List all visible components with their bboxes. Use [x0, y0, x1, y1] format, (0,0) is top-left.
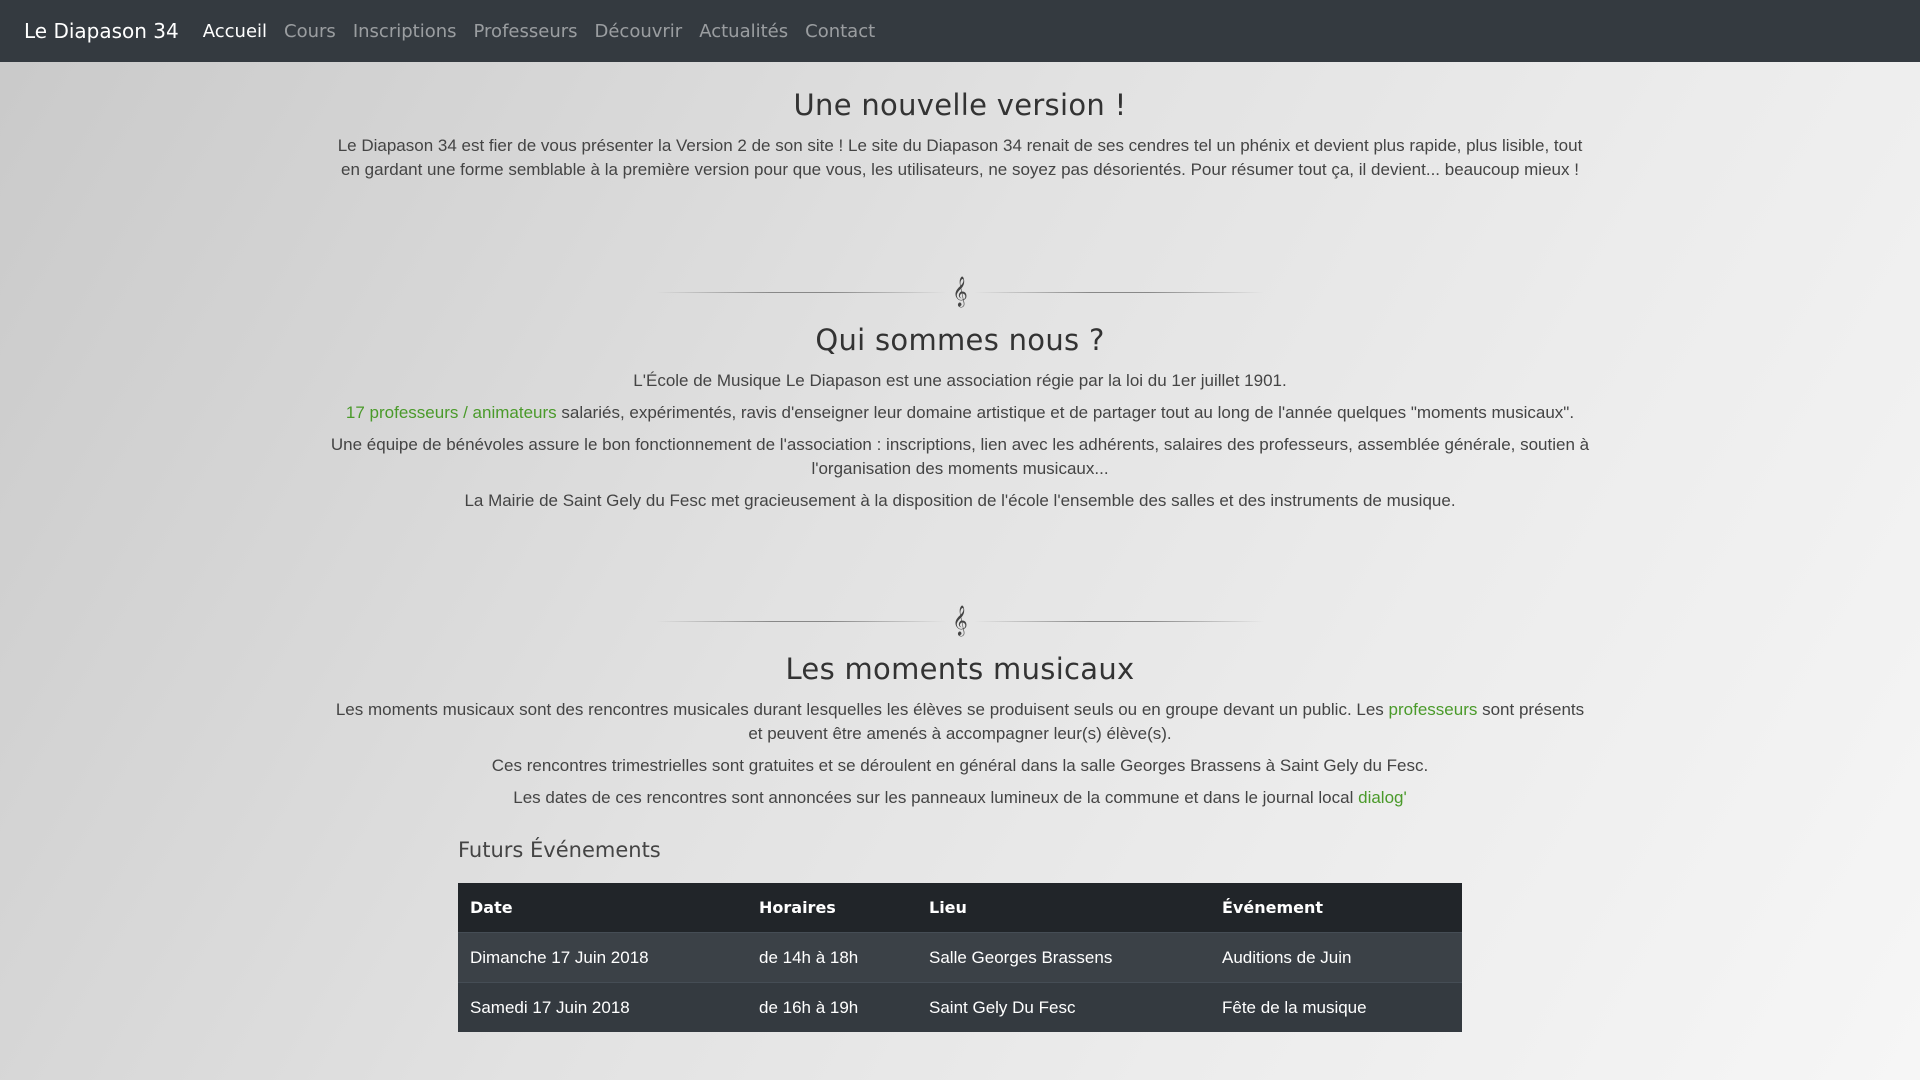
nav-item-inscriptions[interactable]: Inscriptions: [353, 21, 457, 42]
section-title-new-version: Une nouvelle version !: [793, 88, 1127, 122]
event-hours: de 14h à 18h: [747, 932, 917, 983]
about-text-2-rest: salariés, expérimentés, ravis d'enseigne…: [556, 403, 1575, 422]
moments-text-2: Ces rencontres trimestrielles sont gratu…: [491, 756, 1429, 775]
nav-item-contact[interactable]: Contact: [805, 21, 875, 42]
professeurs-link[interactable]: professeurs: [1389, 700, 1478, 719]
divider-line-left: [656, 620, 946, 622]
col-header-lieu: Lieu: [917, 883, 1210, 933]
brand-link[interactable]: Le Diapason 34: [24, 19, 179, 43]
event-name: Auditions de Juin: [1210, 932, 1462, 983]
table-row: Dimanche 17 Juin 2018 de 14h à 18h Salle…: [458, 932, 1462, 983]
event-place: Saint Gely Du Fesc: [917, 982, 1210, 1032]
new-version-text: Le Diapason 34 est fier de vous présente…: [337, 136, 1583, 179]
section-title-about: Qui sommes nous ?: [815, 323, 1105, 357]
events-title: Futurs Événements: [458, 838, 661, 862]
nav-item-decouvrir[interactable]: Découvrir: [595, 21, 683, 42]
divider-line-right: [974, 291, 1264, 293]
dialog-link[interactable]: dialog': [1358, 788, 1407, 807]
nav-item-cours[interactable]: Cours: [284, 21, 336, 42]
event-hours: de 16h à 19h: [747, 982, 917, 1032]
teachers-link[interactable]: 17 professeurs / animateurs: [346, 403, 557, 422]
divider-line-left: [656, 291, 946, 293]
section-musical-moments: Les moments musicaux Les moments musicau…: [330, 652, 1590, 818]
event-date: Dimanche 17 Juin 2018: [458, 932, 747, 983]
moments-text-3: Les dates de ces rencontres sont annoncé…: [330, 786, 1590, 810]
col-header-evenement: Événement: [1210, 883, 1462, 933]
section-divider: 𝄞: [656, 277, 1264, 307]
event-date: Samedi 17 Juin 2018: [458, 982, 747, 1032]
section-about: Qui sommes nous ? L'École de Musique Le …: [330, 323, 1590, 521]
moments-text-1-start: Les moments musicaux sont des rencontres…: [335, 700, 1389, 719]
about-text-4: La Mairie de Saint Gely du Fesc met grac…: [464, 491, 1456, 510]
section-new-version: Une nouvelle version ! Le Diapason 34 es…: [330, 88, 1590, 190]
nav-item-professeurs[interactable]: Professeurs: [474, 21, 578, 42]
nav-item-accueil[interactable]: Accueil: [203, 21, 267, 42]
moments-text-3-start: Les dates de ces rencontres sont annoncé…: [513, 788, 1359, 807]
col-header-horaires: Horaires: [747, 883, 917, 933]
nav-links: Accueil Cours Inscriptions Professeurs D…: [203, 21, 892, 42]
nav-item-actualites[interactable]: Actualités: [699, 21, 788, 42]
section-divider: 𝄞: [656, 606, 1264, 636]
about-text-3: Une équipe de bénévoles assure le bon fo…: [330, 435, 1590, 478]
about-text-2: 17 professeurs / animateurs salariés, ex…: [330, 401, 1590, 425]
table-header-row: Date Horaires Lieu Événement: [458, 883, 1462, 933]
about-text-1: L'École de Musique Le Diapason est une a…: [633, 371, 1287, 390]
event-place: Salle Georges Brassens: [917, 932, 1210, 983]
table-row: Samedi 17 Juin 2018 de 16h à 19h Saint G…: [458, 982, 1462, 1032]
section-title-musical-moments: Les moments musicaux: [785, 652, 1135, 686]
event-name: Fête de la musique: [1210, 982, 1462, 1032]
moments-text-1: Les moments musicaux sont des rencontres…: [330, 698, 1590, 746]
treble-clef-icon: 𝄞: [952, 606, 968, 636]
events-table: Date Horaires Lieu Événement Dimanche 17…: [458, 883, 1462, 1032]
divider-line-right: [974, 620, 1264, 622]
top-navbar: Le Diapason 34 Accueil Cours Inscription…: [0, 0, 1920, 62]
col-header-date: Date: [458, 883, 747, 933]
treble-clef-icon: 𝄞: [952, 277, 968, 307]
